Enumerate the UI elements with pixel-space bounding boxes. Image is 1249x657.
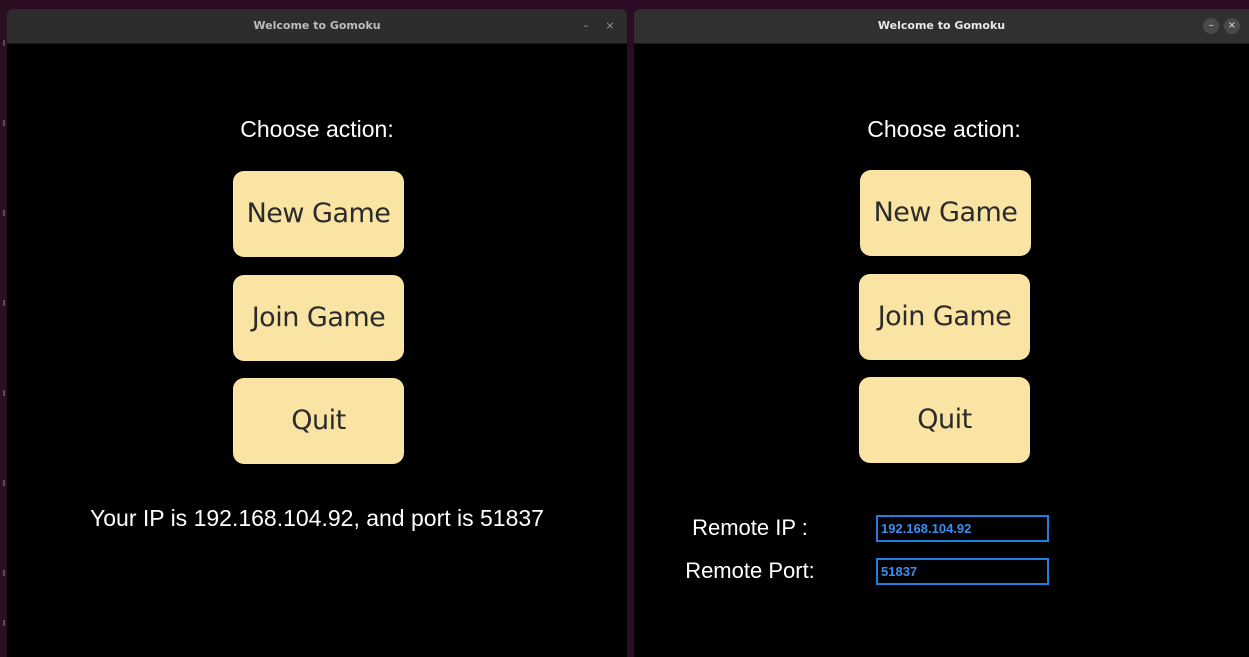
close-icon[interactable]: ×	[1224, 18, 1240, 34]
window-content: Choose action: New Game Join Game Quit Y…	[7, 44, 627, 657]
window-title: Welcome to Gomoku	[877, 19, 1006, 32]
quit-button[interactable]: Quit	[233, 378, 404, 464]
quit-button[interactable]: Quit	[859, 377, 1030, 463]
join-game-button[interactable]: Join Game	[233, 275, 404, 361]
remote-port-label: Remote Port:	[685, 558, 815, 583]
choose-action-heading: Choose action:	[240, 116, 394, 142]
ip-info-text: Your IP is 192.168.104.92, and port is 5…	[90, 505, 544, 531]
titlebar[interactable]: Welcome to Gomoku – ×	[7, 9, 627, 44]
window-title: Welcome to Gomoku	[253, 19, 381, 32]
minimize-icon[interactable]: –	[578, 18, 594, 34]
new-game-button[interactable]: New Game	[860, 170, 1031, 256]
join-game-button[interactable]: Join Game	[859, 274, 1030, 360]
new-game-button[interactable]: New Game	[233, 171, 404, 257]
gomoku-window-host: Welcome to Gomoku – × Choose action: New…	[7, 9, 627, 657]
minimize-icon[interactable]: –	[1203, 18, 1219, 34]
window-content: Choose action: New Game Join Game Quit R…	[634, 44, 1249, 657]
gomoku-window-client: Welcome to Gomoku – × Choose action: New…	[634, 9, 1249, 657]
close-icon[interactable]: ×	[602, 18, 618, 34]
remote-ip-input[interactable]: 192.168.104.92	[876, 515, 1049, 542]
desktop: Welcome to Gomoku – × Choose action: New…	[0, 0, 1249, 657]
choose-action-heading: Choose action:	[867, 116, 1021, 142]
remote-ip-label: Remote IP :	[692, 515, 808, 540]
titlebar[interactable]: Welcome to Gomoku – ×	[634, 9, 1249, 44]
remote-port-input[interactable]: 51837	[876, 558, 1049, 585]
desktop-edge	[0, 0, 7, 657]
